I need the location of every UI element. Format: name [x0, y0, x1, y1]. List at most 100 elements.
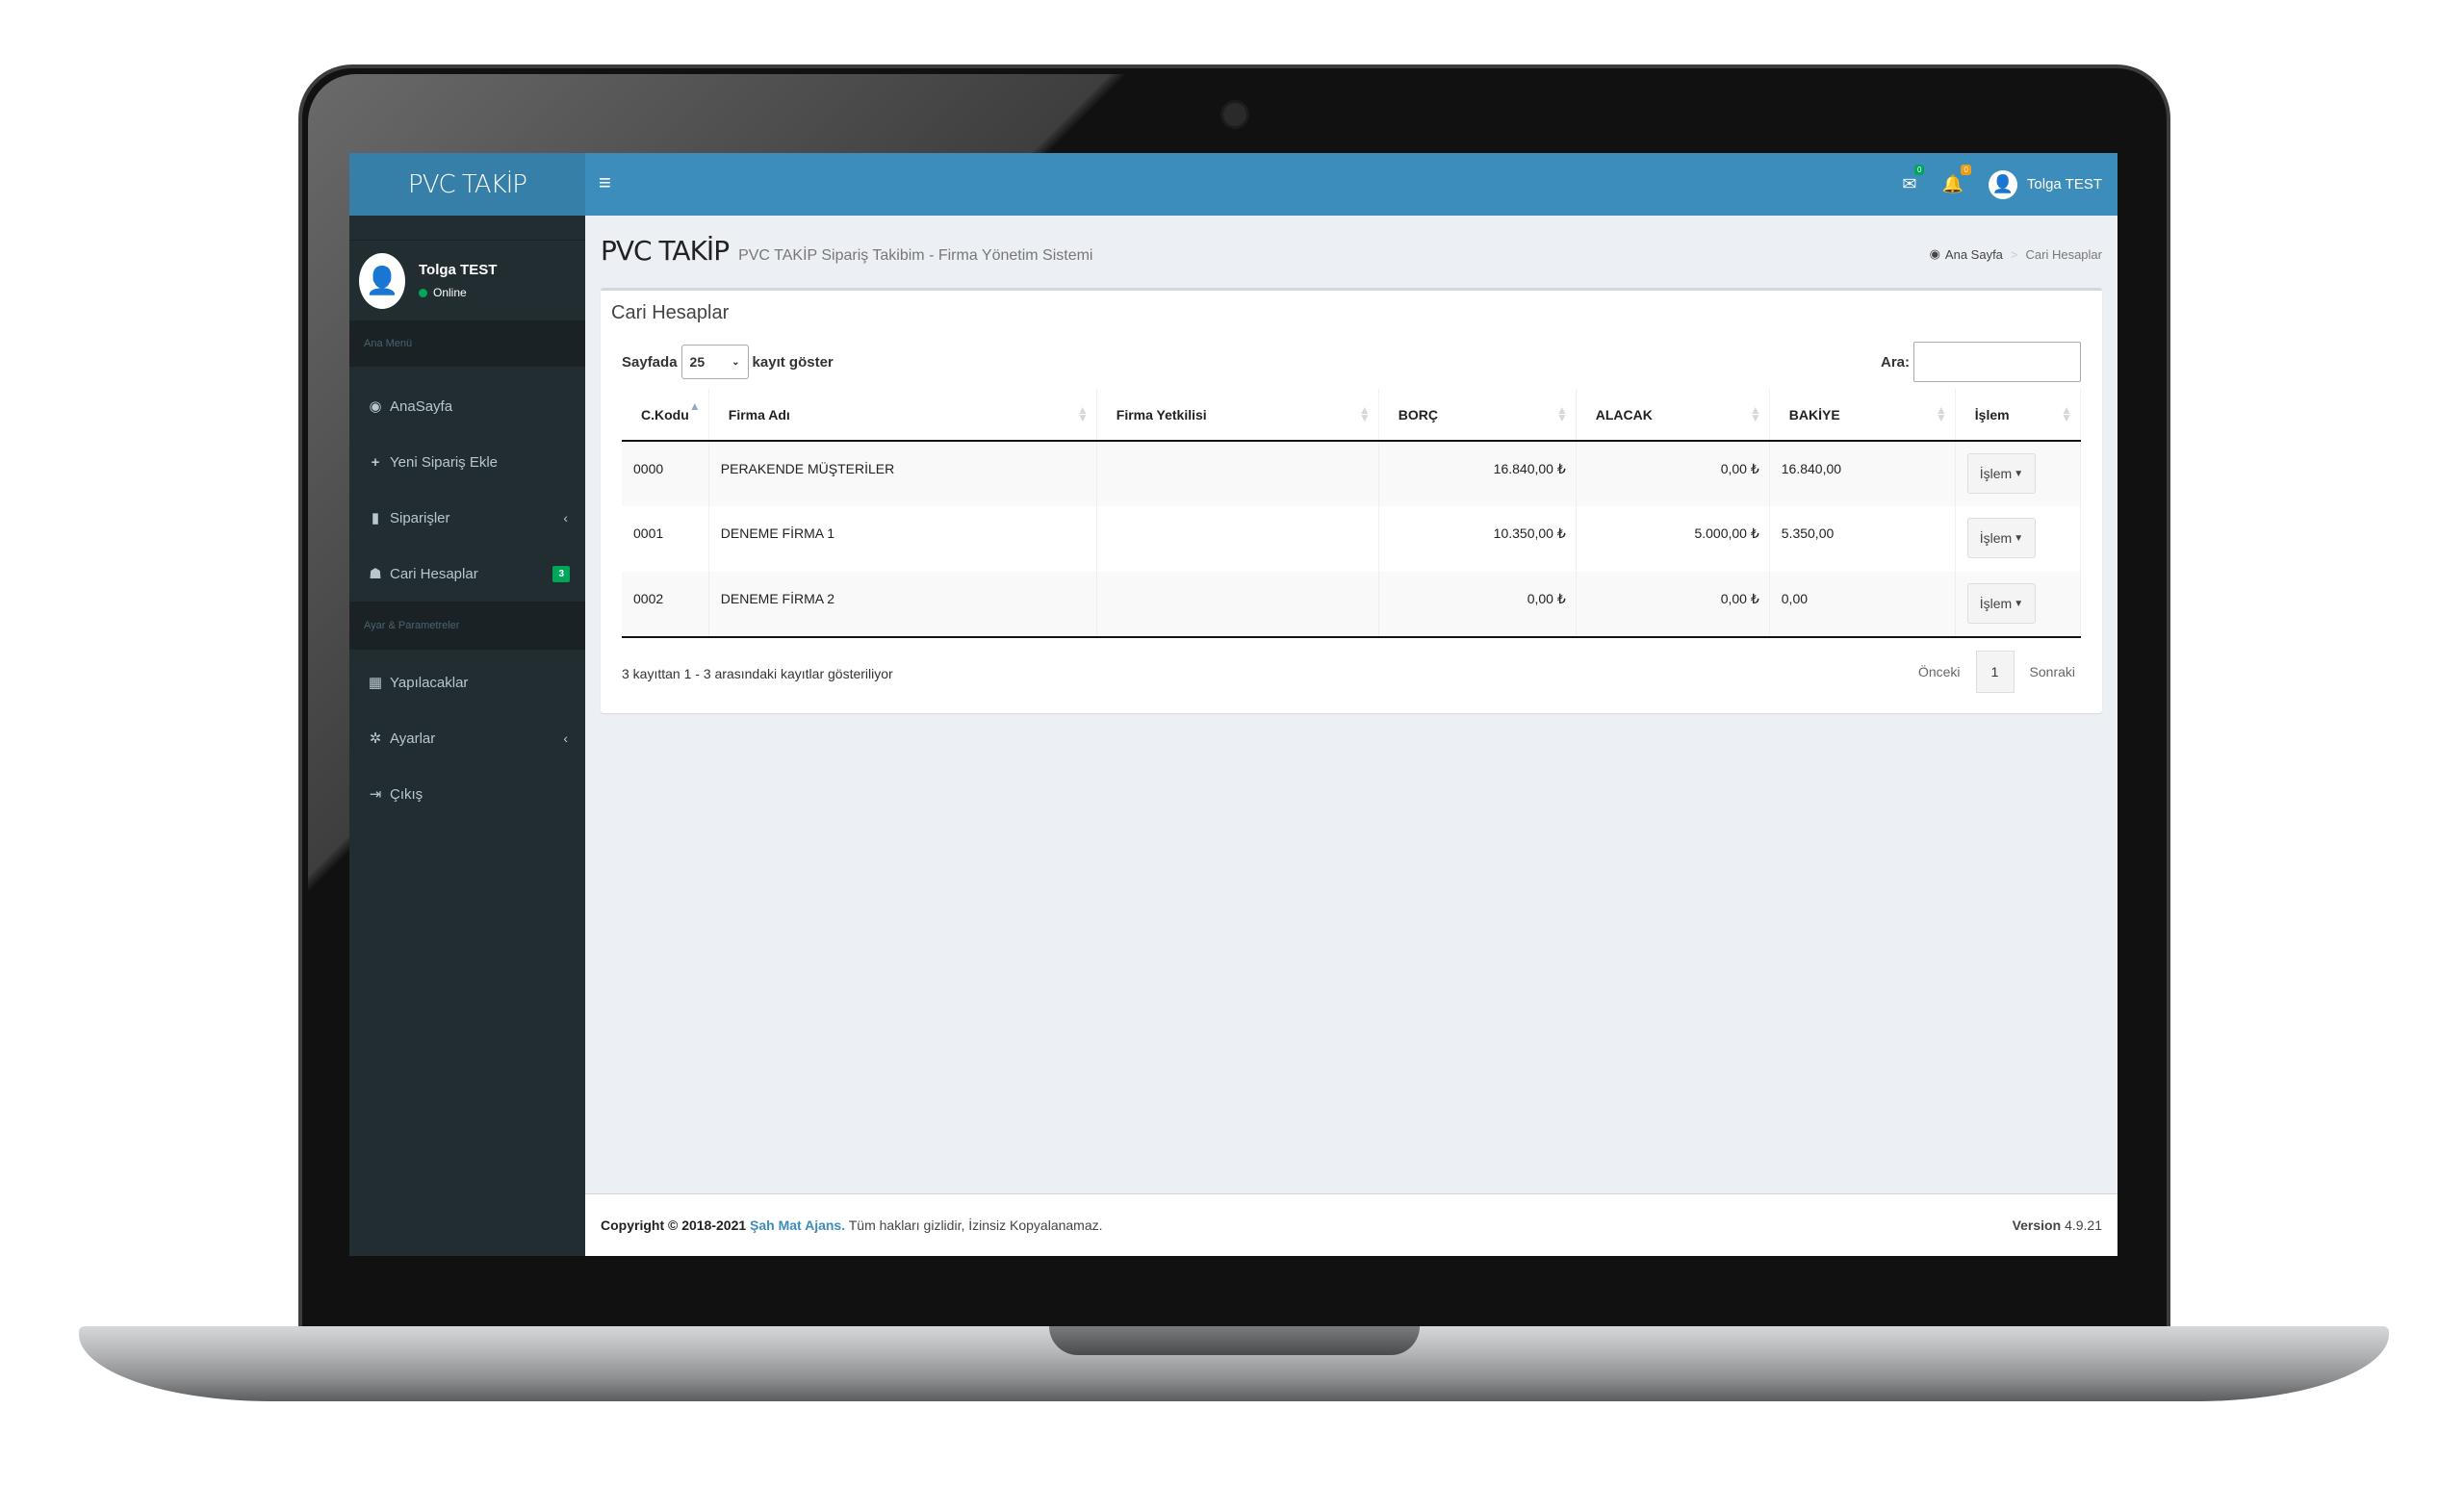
pagination: Önceki 1 Sonraki	[1918, 651, 2075, 693]
column-header-balance[interactable]: BAKİYE ▲ ▼	[1769, 389, 1956, 442]
page-length-value: 25	[689, 354, 706, 370]
column-header-contact[interactable]: Firma Yetkilisi ▲ ▼	[1096, 389, 1379, 442]
search-control: Ara:	[1881, 342, 2081, 382]
online-dot-icon	[419, 288, 427, 297]
accounts-table: C.Kodu ▲ Firma Adı ▲ ▼ Firma Yetkilisi ▲ ▼ BO…	[622, 389, 2082, 638]
column-header-name[interactable]: Firma Adı ▲ ▼	[708, 389, 1097, 442]
table-info: 3 kayıttan 1 - 3 arasındaki kayıtlar gös…	[622, 666, 893, 681]
copyright-text: Copyright © 2018-2021	[601, 1217, 747, 1233]
cell-action: İşlem ▼	[1955, 572, 2082, 638]
sign-out-icon: ⇥	[369, 786, 382, 803]
mail-badge: 0	[1914, 165, 1925, 175]
length-prefix: Sayfada	[622, 353, 678, 371]
screen: PVC TAKİP 👤 Tolga TEST Online Ana Menü ◉…	[349, 153, 2118, 1256]
shopping-bag-icon: ▮	[371, 510, 380, 526]
sidebar-item-label: Yapılacaklar	[390, 674, 469, 691]
cell-contact	[1096, 506, 1379, 572]
page-length-select[interactable]: 25 ⌄	[680, 345, 749, 379]
table-header-row: C.Kodu ▲ Firma Adı ▲ ▼ Firma Yetkilisi ▲ ▼ BO…	[622, 389, 2082, 442]
action-dropdown-button[interactable]: İşlem ▼	[1966, 518, 2037, 558]
breadcrumb-home[interactable]: Ana Sayfa	[1945, 247, 2003, 262]
cell-code: 0001	[622, 506, 709, 572]
company-link[interactable]: Şah Mat Ajans.	[750, 1217, 845, 1233]
sidebar: PVC TAKİP 👤 Tolga TEST Online Ana Menü ◉…	[349, 153, 585, 1256]
mail-icon[interactable]: ✉ 0	[1902, 165, 1925, 194]
box-title: Cari Hesaplar	[611, 302, 730, 323]
cell-contact	[1096, 572, 1379, 638]
dashboard-icon: ◉	[369, 398, 382, 415]
cell-balance: 5.350,00	[1769, 506, 1956, 572]
sidebar-item-label: Ayarlar	[390, 730, 436, 747]
cell-code: 0000	[622, 441, 709, 506]
sort-icon: ▲ ▼	[1749, 403, 1761, 424]
sidebar-item-todos[interactable]: ▦ Yapılacaklar	[349, 654, 585, 710]
hamburger-menu-icon[interactable]: ≡	[599, 170, 611, 195]
column-header-action[interactable]: İşlem ▲ ▼	[1955, 389, 2082, 442]
sidebar-item-label: AnaSayfa	[390, 397, 453, 415]
sidebar-item-label: Yeni Sipariş Ekle	[390, 453, 499, 471]
app-logo[interactable]: PVC TAKİP	[349, 153, 585, 216]
sort-icon: ▲ ▼	[1935, 403, 1947, 424]
cell-balance: 16.840,00	[1769, 441, 1956, 506]
sort-asc-icon: ▲	[688, 399, 701, 413]
sidebar-item-settings[interactable]: ✲ Ayarlar ‹	[349, 710, 585, 766]
breadcrumb: ◉ Ana Sayfa > Cari Hesaplar	[1930, 246, 2102, 262]
gear-icon: ✲	[369, 730, 382, 747]
sort-icon: ▲ ▼	[1076, 403, 1089, 424]
cell-name: DENEME FİRMA 1	[708, 506, 1097, 572]
home-icon: ◉	[1929, 246, 1940, 261]
column-header-credit[interactable]: ALACAK ▲ ▼	[1576, 389, 1770, 442]
bell-icon[interactable]: 🔔 0	[1941, 165, 1971, 194]
cell-debt: 10.350,00 ₺	[1378, 506, 1577, 572]
accounts-count-badge: 3	[552, 565, 570, 582]
sidebar-item-home[interactable]: ◉ AnaSayfa	[349, 378, 585, 434]
sort-icon: ▲ ▼	[2061, 403, 2072, 424]
cell-action: İşlem ▼	[1955, 441, 2082, 506]
footer: Copyright © 2018-2021 Şah Mat Ajans. Tüm…	[585, 1193, 2118, 1256]
column-header-debt[interactable]: BORÇ ▲ ▼	[1378, 389, 1577, 442]
pagination-page[interactable]: 1	[1975, 651, 2015, 693]
sidebar-item-accounts[interactable]: ☗ Cari Hesaplar 3	[349, 546, 585, 602]
sidebar-item-logout[interactable]: ⇥ Çıkış	[349, 766, 585, 822]
cell-debt: 0,00 ₺	[1378, 572, 1577, 638]
topbar: ≡ ✉ 0 🔔 0 👤 Tolga TEST	[585, 153, 2118, 216]
action-dropdown-button[interactable]: İşlem ▼	[1966, 453, 2037, 494]
cell-credit: 5.000,00 ₺	[1576, 506, 1770, 572]
column-header-code[interactable]: C.Kodu ▲	[622, 389, 709, 442]
cell-name: DENEME FİRMA 2	[708, 572, 1097, 638]
topbar-user-name[interactable]: Tolga TEST	[2027, 176, 2102, 192]
table-row: 0002 DENEME FİRMA 2 0,00 ₺ 0,00 ₺ 0,00 İ…	[622, 572, 2082, 638]
pagination-next[interactable]: Sonraki	[2030, 664, 2075, 679]
laptop-notch	[1049, 1326, 1420, 1355]
caret-down-icon: ▼	[2014, 598, 2024, 609]
table-row: 0000 PERAKENDE MÜŞTERİLER 16.840,00 ₺ 0,…	[622, 441, 2082, 506]
sidebar-item-label: Çıkış	[390, 785, 424, 803]
length-suffix: kayıt göster	[752, 353, 834, 371]
cell-name: PERAKENDE MÜŞTERİLER	[708, 441, 1097, 506]
breadcrumb-current: Cari Hesaplar	[2025, 246, 2102, 262]
user-status: Online	[419, 286, 497, 299]
breadcrumb-separator: >	[2010, 246, 2018, 262]
caret-down-icon: ▼	[2014, 532, 2024, 544]
footer-copyright: Copyright © 2018-2021 Şah Mat Ajans. Tüm…	[601, 1217, 1103, 1233]
sidebar-item-orders[interactable]: ▮ Siparişler ‹	[349, 490, 585, 546]
search-input[interactable]	[1913, 342, 2081, 382]
sidebar-item-new-order[interactable]: + Yeni Sipariş Ekle	[349, 434, 585, 490]
rights-text: Tüm hakları gizlidir, İzinsiz Kopyalanam…	[848, 1217, 1103, 1233]
accounts-box: Cari Hesaplar Sayfada 25 ⌄ kayıt göster …	[601, 288, 2102, 713]
menu-header-settings: Ayar & Parametreler	[349, 602, 585, 650]
sidebar-item-label: Siparişler	[390, 509, 450, 526]
user-name: Tolga TEST	[419, 262, 498, 278]
topbar-avatar[interactable]: 👤	[1988, 169, 2017, 199]
user-panel: 👤 Tolga TEST Online	[349, 240, 585, 320]
sort-icon: ▲ ▼	[1358, 403, 1371, 424]
action-dropdown-button[interactable]: İşlem ▼	[1966, 583, 2037, 624]
cell-code: 0002	[622, 572, 709, 638]
chevron-down-icon: ⌄	[732, 356, 740, 368]
camera	[1220, 100, 1249, 129]
user-status-label: Online	[433, 286, 467, 299]
chevron-left-icon: ‹	[563, 730, 568, 746]
footer-version: Version 4.9.21	[2013, 1217, 2102, 1233]
pagination-prev[interactable]: Önceki	[1918, 664, 1961, 679]
search-label: Ara:	[1880, 353, 1910, 371]
